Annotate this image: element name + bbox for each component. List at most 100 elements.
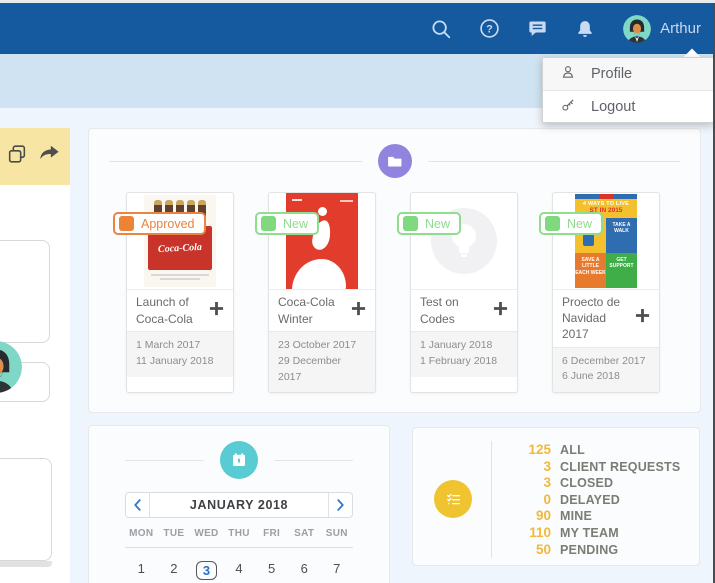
campaign-thumbnail [269, 193, 375, 289]
month-label: JANUARY 2018 [150, 493, 328, 517]
status-badge: New [255, 212, 319, 235]
username-label[interactable]: Arthur [660, 20, 701, 37]
date-start: 23 October 2017 [278, 338, 366, 354]
calendar-day[interactable]: 5 [255, 561, 288, 580]
stat-value: 50 [501, 542, 551, 557]
notifications-icon[interactable] [561, 3, 609, 54]
add-icon[interactable] [635, 308, 650, 328]
campaign-card[interactable]: New Coca-Cola Winter 23 October 2017 29 … [268, 192, 376, 393]
weekday-label: WED [190, 528, 223, 539]
badge-label: Approved [141, 217, 195, 231]
badge-label: New [425, 217, 450, 231]
user-dropdown-menu: Profile Logout [542, 57, 714, 123]
search-icon[interactable] [417, 3, 465, 54]
stat-row[interactable]: 110 MY TEAM [501, 525, 680, 542]
add-icon[interactable] [351, 301, 366, 321]
stat-value: 3 [501, 459, 551, 474]
campaign-thumbnail: Coca-Cola [127, 193, 233, 289]
forward-icon[interactable] [37, 143, 61, 170]
left-detail-panel [0, 128, 70, 583]
stat-row[interactable]: 0 DELAYED [501, 492, 680, 509]
campaign-card[interactable]: New Test on Codes 1 January 2018 1 Febru… [410, 192, 518, 393]
calendar-week-row: 1 2 3 4 5 6 7 [125, 561, 353, 580]
date-end: 11 January 2018 [136, 354, 224, 370]
winter-poster-image [286, 193, 358, 289]
campaigns-widget: Approved Coca-Cola Launch of Coca-Cola 1… [88, 128, 701, 413]
task-stats-widget: 125 ALL 3 CLIENT REQUESTS 3 CLOSED 0 DEL… [412, 427, 700, 566]
badge-color-square [403, 216, 418, 231]
coca-cola-crate-image: Coca-Cola [144, 195, 216, 287]
date-start: 6 December 2017 [562, 354, 650, 370]
left-panel-field[interactable] [0, 458, 52, 561]
stat-label: PENDING [560, 543, 618, 557]
stat-row[interactable]: 3 CLOSED [501, 475, 680, 492]
campaign-dates: 1 January 2018 1 February 2018 [411, 331, 517, 377]
campaign-card[interactable]: New 4 WAYS TO LIVE ST IN 2015 TAKE A WAL… [552, 192, 660, 393]
campaign-title: Launch of Coca-Cola [136, 294, 205, 326]
calendar-day[interactable]: 7 [320, 561, 353, 580]
campaign-dates: 6 December 2017 6 June 2018 [553, 347, 659, 393]
campaign-dates: 1 March 2017 11 January 2018 [127, 331, 233, 377]
menu-item-logout[interactable]: Logout [543, 91, 713, 123]
crate-logo-text: Coca-Cola [158, 241, 202, 254]
campaigns-header [109, 143, 680, 179]
weekday-label: TUE [158, 528, 191, 539]
poster-quadrant-text: SAVE A LITTLE EACH WEEK [575, 253, 606, 288]
calendar-day[interactable]: 4 [223, 561, 256, 580]
copy-icon[interactable] [6, 143, 28, 170]
date-start: 1 January 2018 [420, 338, 508, 354]
prev-month-icon[interactable] [126, 493, 150, 517]
calendar-day[interactable]: 6 [288, 561, 321, 580]
calendar-header [125, 441, 353, 479]
menu-item-profile[interactable]: Profile [543, 58, 713, 90]
status-badge: New [539, 212, 603, 235]
list-icon [434, 480, 472, 518]
weekday-label: FRI [255, 528, 288, 539]
status-badge: Approved [113, 212, 206, 235]
poster-quadrant-text: TAKE A WALK [606, 218, 637, 253]
stat-label: DELAYED [560, 493, 620, 507]
user-avatar[interactable] [623, 15, 651, 43]
key-icon [560, 97, 576, 117]
badge-label: New [283, 217, 308, 231]
svg-text:?: ? [486, 23, 493, 35]
stat-value: 110 [501, 525, 551, 540]
left-panel-scrollbar[interactable] [0, 561, 52, 567]
messages-icon[interactable] [513, 3, 561, 54]
folder-icon [378, 144, 412, 178]
weekday-label: THU [223, 528, 256, 539]
campaign-thumbnail: 4 WAYS TO LIVE ST IN 2015 TAKE A WALK SA… [553, 193, 659, 289]
campaign-title: Test on Codes [420, 294, 489, 326]
campaign-dates: 23 October 2017 29 December 2017 [269, 331, 375, 392]
calendar-day[interactable]: 2 [158, 561, 191, 580]
status-badge: New [397, 212, 461, 235]
calendar-day[interactable]: 1 [125, 561, 158, 580]
badge-color-square [119, 216, 134, 231]
weekday-label: SAT [288, 528, 321, 539]
stat-label: CLOSED [560, 476, 613, 490]
help-icon[interactable]: ? [465, 3, 513, 54]
stat-value: 0 [501, 492, 551, 507]
left-panel-field[interactable] [0, 240, 50, 343]
stat-label: ALL [560, 443, 585, 457]
stat-row[interactable]: 50 PENDING [501, 542, 680, 559]
stat-label: MY TEAM [560, 526, 619, 540]
stat-value: 90 [501, 508, 551, 523]
campaign-card[interactable]: Approved Coca-Cola Launch of Coca-Cola 1… [126, 192, 234, 393]
next-month-icon[interactable] [328, 493, 352, 517]
menu-item-label: Profile [591, 66, 632, 82]
left-panel-toolbar [0, 128, 70, 185]
user-icon [560, 64, 576, 84]
add-icon[interactable] [209, 301, 224, 321]
stat-label: CLIENT REQUESTS [560, 460, 680, 474]
add-icon[interactable] [493, 301, 508, 321]
menu-item-label: Logout [591, 99, 635, 115]
stats-divider [491, 441, 492, 558]
stats-list: 125 ALL 3 CLIENT REQUESTS 3 CLOSED 0 DEL… [501, 442, 680, 558]
calendar-day-selected[interactable]: 3 [190, 561, 223, 580]
campaign-title: Proecto de Navidad 2017 [562, 294, 631, 343]
badge-label: New [567, 217, 592, 231]
stat-row[interactable]: 3 CLIENT REQUESTS [501, 459, 680, 476]
stat-row[interactable]: 125 ALL [501, 442, 680, 459]
stat-row[interactable]: 90 MINE [501, 508, 680, 525]
